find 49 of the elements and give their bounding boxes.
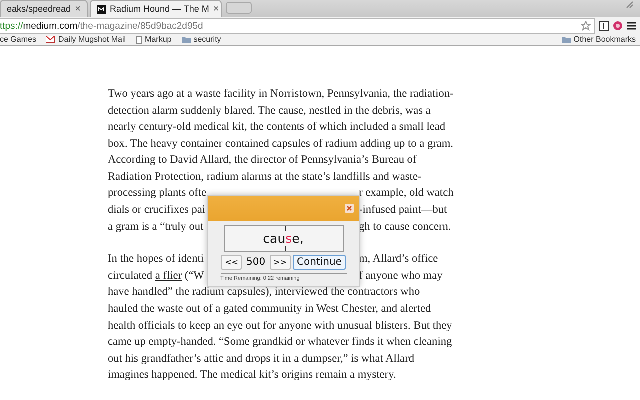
article-text: Two years ago at a waste facility in Norristown, Pennsylvania, the radiation- — [108, 88, 454, 100]
article-text: dials or crucifixes pai — [108, 204, 206, 216]
speed-value: 500 — [245, 256, 267, 268]
article-text: out his grandfather’s attic and drops it in a dumpser,” is what Allard — [108, 352, 414, 365]
bookmark-label[interactable]: Other Bookmarks — [574, 35, 636, 44]
article-text: box. The heavy container contained capsules of radium adding up to a gram. — [108, 138, 454, 150]
tab-close-button[interactable]: × — [75, 4, 81, 14]
medium-logo-icon — [97, 4, 106, 14]
article-text: nearly century-old medical kit, the contents of which included a small lead — [108, 121, 446, 134]
article-text: detection alarm suddenly blared. The cause, nestled in the debris, was a — [108, 104, 431, 116]
star-icon[interactable] — [581, 21, 591, 31]
article-text: In the hopes of identi — [108, 253, 204, 266]
current-word: cause, — [263, 230, 304, 246]
article-text: m, Allard’s office — [359, 252, 438, 268]
tab-title: Radium Hound — The M — [110, 4, 210, 14]
close-icon[interactable] — [345, 204, 354, 213]
article-text: have handled” the radium capsules), interviewed the contractors who — [108, 286, 420, 298]
article-text: circulated — [108, 270, 154, 282]
article-text: a gram is a “truly out — [108, 220, 204, 233]
article-text: hauled the waste out of a gated community in West Chester, and alerted — [108, 303, 432, 316]
article-text: (“W — [184, 270, 204, 282]
tab-close-button[interactable]: × — [213, 4, 220, 14]
tab-title: eaks/speedread — [7, 4, 72, 14]
article-text: processing plants ofte — [108, 187, 207, 200]
page-icon — [136, 36, 142, 44]
extension-icon[interactable] — [599, 21, 609, 31]
menu-icon[interactable] — [627, 22, 636, 30]
browser-tab[interactable]: eaks/speedread × — [0, 0, 88, 17]
bookmark-label[interactable]: Markup — [145, 35, 172, 44]
slower-button[interactable]: << — [221, 254, 242, 270]
article-text: imagines happened. The medical kit’s origins remain a mystery. — [108, 369, 396, 382]
bookmark-label[interactable]: Daily Mugshot Mail — [58, 35, 126, 44]
article-text: health officials to keep an eye out for anyone with unusual blisters. But they — [108, 320, 452, 332]
continue-button[interactable]: Continue — [292, 254, 346, 270]
article-text: came up empty-handed. “Some grandkid or whatever finds it when cleaning — [108, 336, 452, 348]
article-text: f anyone who may — [359, 268, 443, 284]
article-text: Radiation Protection, radium alarms at the state’s landfills and waste- — [108, 170, 422, 183]
bookmark-label[interactable]: ce Games — [0, 35, 36, 44]
bookmark-label[interactable]: security — [194, 35, 222, 44]
resize-icon[interactable] — [626, 1, 634, 9]
flier-link[interactable]: a flier — [155, 270, 182, 282]
mail-icon — [46, 36, 56, 44]
article-text: r example, old watch — [359, 186, 454, 202]
faster-button[interactable]: >> — [270, 254, 291, 270]
article-text: According to David Allard, the director of Pennsylvania’s Bureau of — [108, 154, 417, 166]
article-text: gh to cause concern. — [359, 220, 452, 235]
address-bar[interactable]: ttps://medium.com/the-magazine/85d9bac2d95d — [0, 18, 595, 34]
browser-tab[interactable]: Radium Hound — The M × — [90, 0, 222, 17]
article-text: -infused paint—but — [359, 203, 448, 218]
